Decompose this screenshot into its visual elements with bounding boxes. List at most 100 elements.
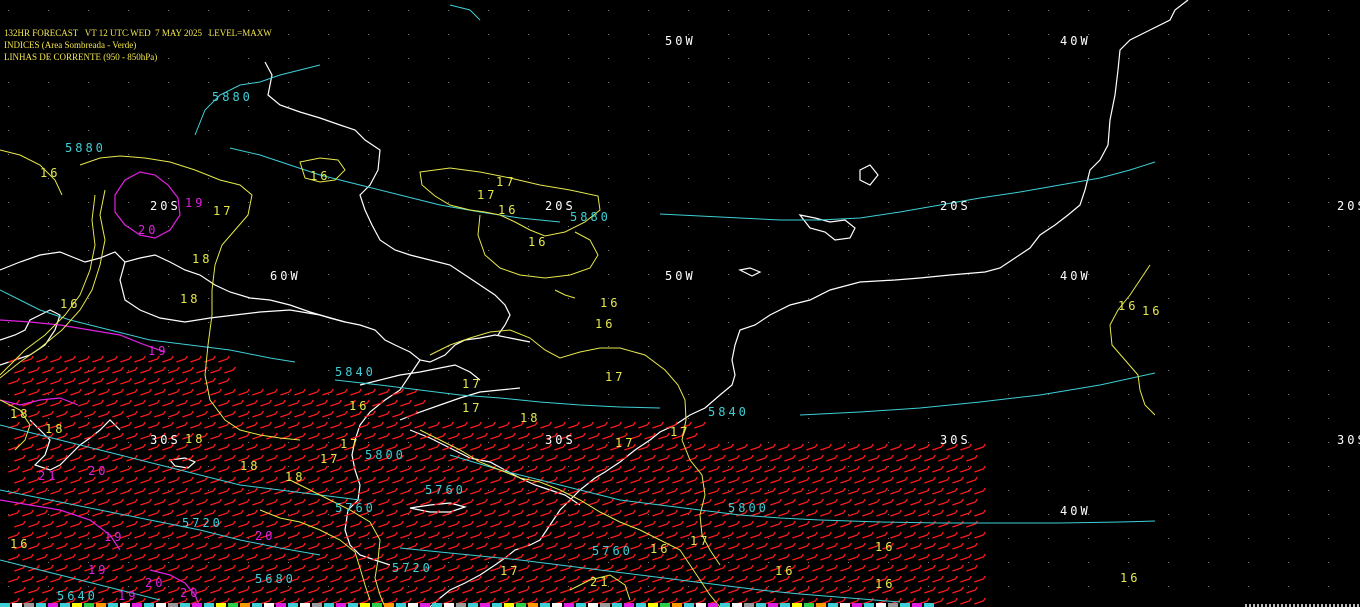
wind-barb [974, 509, 986, 517]
grid-dot [1048, 226, 1049, 227]
grid-dot [408, 250, 409, 251]
wind-barb [42, 366, 54, 374]
wind-barb [176, 377, 188, 385]
wind-barb [904, 509, 916, 517]
grid-dot [688, 106, 689, 107]
wind-barb [966, 454, 978, 462]
wind-barb [896, 454, 908, 462]
wind-barb [322, 432, 334, 440]
grid-dot [728, 82, 729, 83]
wind-barb [308, 476, 320, 484]
grid-dot [1328, 250, 1329, 251]
wind-barb [476, 432, 488, 440]
grid-dot [568, 154, 569, 155]
grid-dot [728, 178, 729, 179]
wind-barb [196, 564, 208, 572]
wind-barb [644, 476, 656, 484]
grid-dot [1288, 442, 1289, 443]
grid-dot [968, 34, 969, 35]
grid-dot [968, 178, 969, 179]
wind-barb [414, 553, 426, 561]
wind-barb [932, 509, 944, 517]
grid-dot [488, 442, 489, 443]
grid-dot [168, 490, 169, 491]
wind-barb [666, 443, 678, 451]
wind-barb [798, 542, 810, 550]
wind-barb [190, 355, 202, 363]
wind-barb [70, 366, 82, 374]
grid-dot [8, 202, 9, 203]
wind-barb [336, 542, 348, 550]
wind-barb [204, 465, 216, 473]
grid-dot [1288, 10, 1289, 11]
grid-dot [808, 538, 809, 539]
grid-dot [328, 154, 329, 155]
wind-barb [190, 399, 202, 407]
wind-barb [700, 498, 712, 506]
grid-dot [928, 322, 929, 323]
wind-barb [218, 421, 230, 429]
wind-barb [56, 366, 68, 374]
grid-dot [488, 562, 489, 563]
grid-dot [448, 10, 449, 11]
grid-dot [848, 562, 849, 563]
color-scale-swatch [528, 603, 538, 607]
grid-dot [1128, 514, 1129, 515]
grid-dot [48, 586, 49, 587]
grid-dot [168, 322, 169, 323]
wind-barb [546, 454, 558, 462]
wind-barb [162, 531, 174, 539]
grid-dot [528, 154, 529, 155]
grid-dot [1248, 226, 1249, 227]
wind-barb [420, 542, 432, 550]
wind-barb [476, 520, 488, 528]
grid-dot [728, 466, 729, 467]
wind-barb [50, 399, 62, 407]
wind-barb [588, 432, 600, 440]
grid-dot [648, 34, 649, 35]
wind-barb [498, 487, 510, 495]
wind-barb [490, 454, 502, 462]
grid-dot [648, 538, 649, 539]
wind-barb [826, 520, 838, 528]
grid-dot [608, 466, 609, 467]
wind-barb [70, 410, 82, 418]
wind-barb [358, 465, 370, 473]
wind-barb [14, 520, 26, 528]
grid-dot [608, 154, 609, 155]
grid-dot [1128, 418, 1129, 419]
grid-dot [448, 178, 449, 179]
wind-barb [820, 531, 832, 539]
grid-dot [1008, 34, 1009, 35]
color-scale-swatch [12, 603, 22, 607]
grid-dot [248, 34, 249, 35]
grid-dot [808, 466, 809, 467]
grid-dot [1008, 250, 1009, 251]
grid-dot [928, 442, 929, 443]
wind-barb [210, 586, 222, 594]
wind-barb [322, 586, 334, 594]
grid-dot [128, 274, 129, 275]
wind-barb [168, 498, 180, 506]
wind-barb [134, 575, 146, 583]
grid-dot [648, 106, 649, 107]
grid-dot [848, 250, 849, 251]
wind-barb [406, 454, 418, 462]
wind-barb [630, 586, 642, 594]
wind-barb [826, 586, 838, 594]
wind-barb [92, 421, 104, 429]
grid-dot [1088, 394, 1089, 395]
wind-barb [848, 575, 860, 583]
grid-dot [168, 82, 169, 83]
wind-barb [260, 443, 272, 451]
wind-barb [120, 443, 132, 451]
wind-barb [582, 509, 594, 517]
wind-barb [36, 553, 48, 561]
wind-barb [280, 498, 292, 506]
grid-dot [768, 34, 769, 35]
wind-barb [518, 498, 530, 506]
index-label: 17 [477, 188, 497, 202]
grid-dot [48, 298, 49, 299]
grid-dot [208, 322, 209, 323]
wind-barb [148, 531, 160, 539]
